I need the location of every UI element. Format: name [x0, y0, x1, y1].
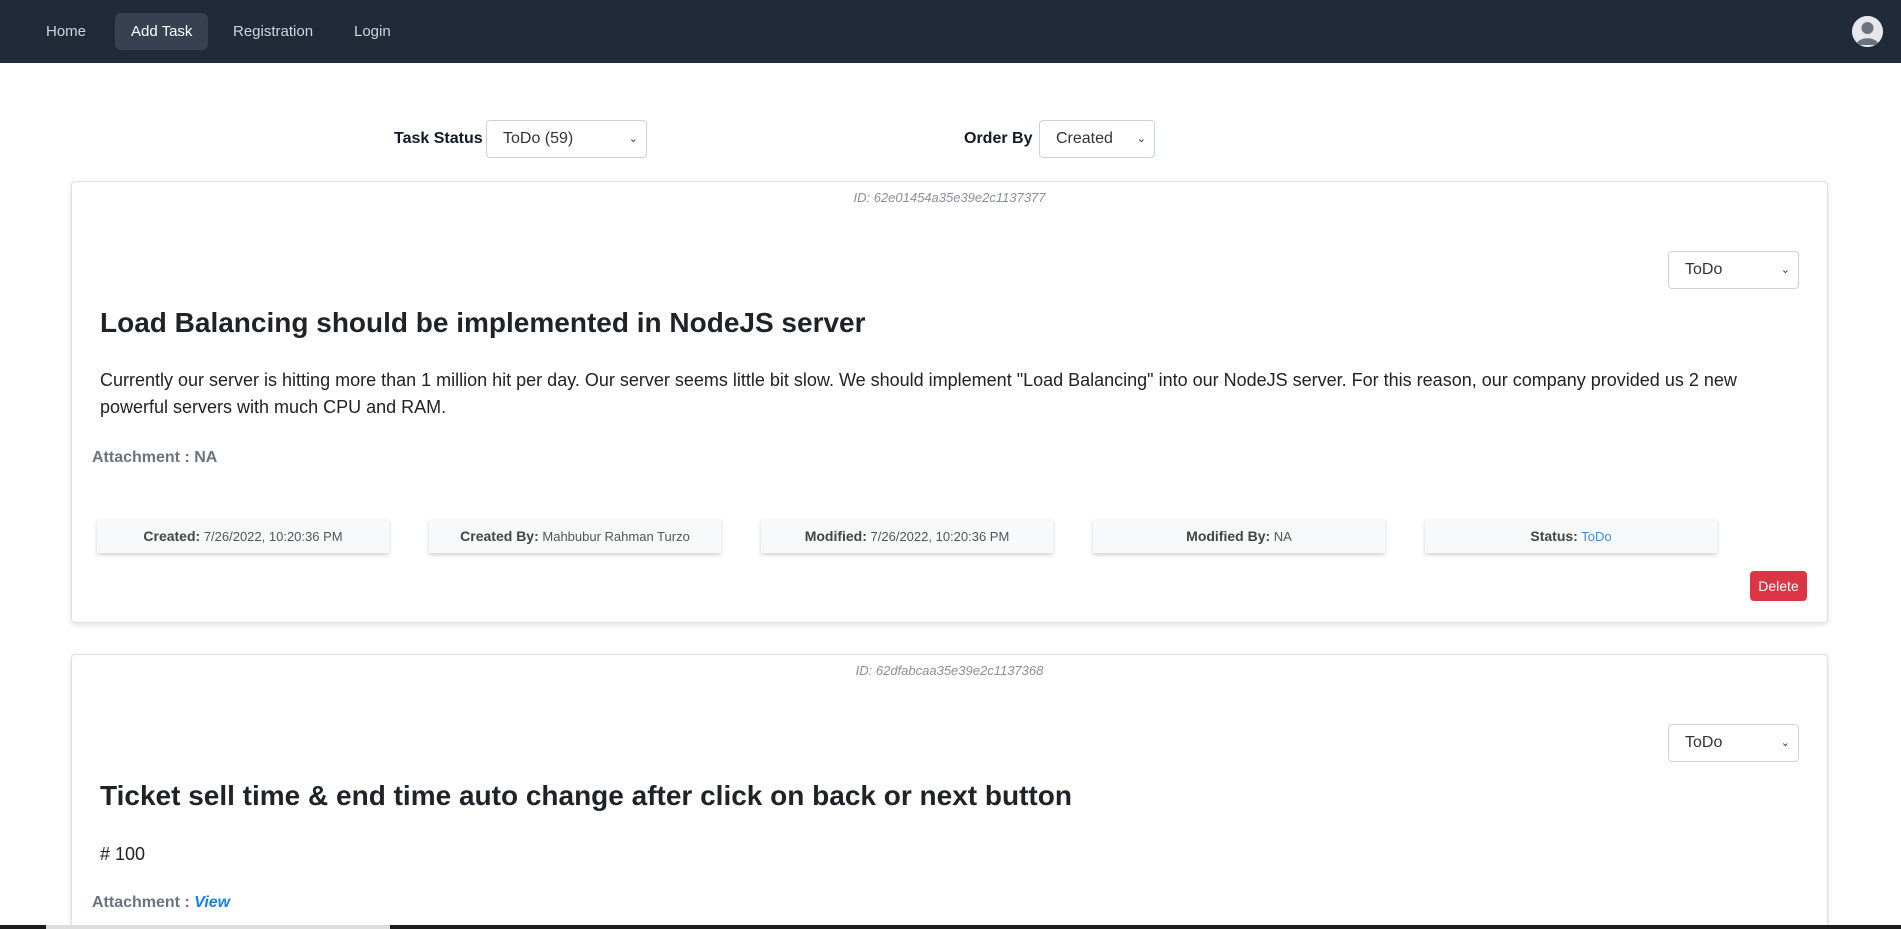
attachment-info: Attachment : View: [92, 894, 230, 912]
chevron-down-icon: ⌄: [1136, 133, 1146, 145]
attachment-info: Attachment : NA: [92, 449, 217, 467]
scrollbar-thumb[interactable]: [46, 925, 390, 929]
created-by-value: Mahbubur Rahman Turzo: [542, 529, 690, 544]
modified-by-box: Modified By: NA: [1093, 519, 1385, 553]
order-by-select[interactable]: Created ⌄: [1039, 120, 1155, 158]
created-box: Created: 7/26/2022, 10:20:36 PM: [97, 519, 389, 553]
chevron-down-icon: ⌄: [1780, 264, 1790, 276]
delete-button[interactable]: Delete: [1750, 571, 1807, 601]
modified-box: Modified: 7/26/2022, 10:20:36 PM: [761, 519, 1053, 553]
attachment-value: NA: [194, 449, 218, 466]
attachment-label: Attachment :: [92, 449, 190, 466]
task-status-dropdown-value: ToDo: [1685, 734, 1723, 751]
task-id: ID: 62e01454a35e39e2c1137377: [853, 190, 1046, 205]
modified-value: 7/26/2022, 10:20:36 PM: [870, 529, 1010, 544]
status-value: ToDo: [1581, 529, 1612, 544]
order-by-label: Order By: [964, 130, 1033, 147]
task-description: # 100: [100, 844, 146, 864]
modified-by-value: NA: [1273, 529, 1292, 544]
task-status-dropdown[interactable]: ToDo ⌄: [1668, 251, 1799, 289]
nav-home[interactable]: Home: [30, 13, 102, 50]
task-description: Currently our server is hitting more tha…: [100, 370, 1737, 417]
created-label: Created:: [143, 528, 201, 544]
created-by-box: Created By: Mahbubur Rahman Turzo: [429, 519, 721, 553]
status-box: Status: ToDo: [1425, 519, 1717, 553]
task-status-dropdown[interactable]: ToDo ⌄: [1668, 724, 1799, 762]
nav-registration[interactable]: Registration: [217, 13, 329, 50]
created-by-label: Created By:: [460, 528, 539, 544]
order-by-value: Created: [1056, 130, 1113, 147]
task-title: Ticket sell time & end time auto change …: [100, 780, 1072, 811]
attachment-label: Attachment :: [92, 894, 190, 911]
nav-login[interactable]: Login: [338, 13, 407, 50]
chevron-down-icon: ⌄: [1780, 737, 1790, 749]
nav-add-task[interactable]: Add Task: [115, 13, 209, 50]
task-status-value: ToDo (59): [503, 130, 574, 147]
task-status-dropdown-value: ToDo: [1685, 261, 1723, 278]
modified-label: Modified:: [804, 528, 867, 544]
user-avatar-icon[interactable]: [1852, 16, 1883, 47]
task-card: ID: 62dfabcaa35e39e2c1137368 ToDo ⌄ Tick…: [71, 654, 1828, 929]
task-status-label: Task Status: [394, 130, 483, 147]
top-navbar: Home Add Task Registration Login: [0, 0, 1901, 63]
chevron-down-icon: ⌄: [628, 133, 638, 145]
task-title: Load Balancing should be implemented in …: [100, 307, 866, 338]
modified-by-label: Modified By:: [1186, 528, 1271, 544]
created-value: 7/26/2022, 10:20:36 PM: [203, 529, 343, 544]
task-status-select[interactable]: ToDo (59) ⌄: [486, 120, 647, 158]
task-id: ID: 62dfabcaa35e39e2c1137368: [855, 663, 1044, 678]
status-label: Status:: [1530, 528, 1578, 544]
attachment-view-link[interactable]: View: [194, 894, 230, 911]
task-card: ID: 62e01454a35e39e2c1137377 ToDo ⌄ Load…: [71, 181, 1828, 623]
